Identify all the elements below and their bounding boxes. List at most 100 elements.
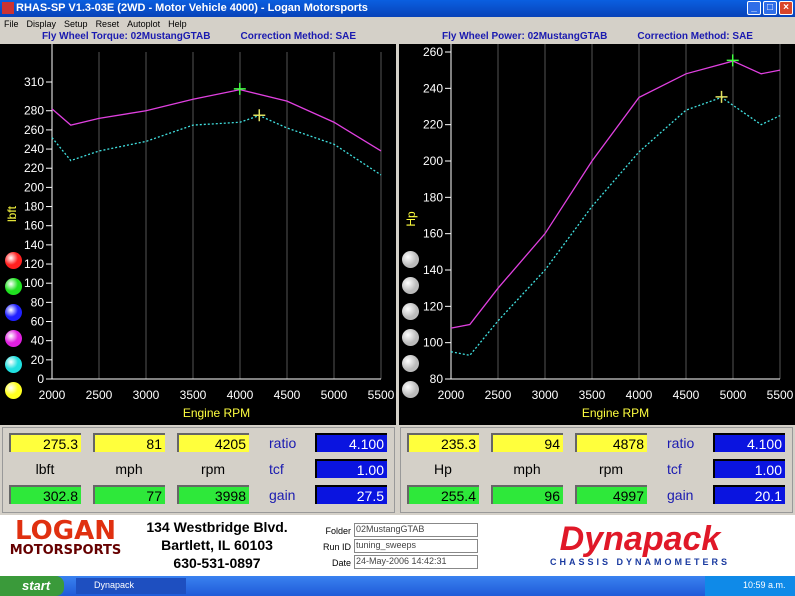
peak-value: 255.4: [407, 485, 479, 504]
address-city: Bartlett, IL 60103: [161, 537, 273, 553]
y-tick-label: 0: [37, 372, 44, 386]
y-axis-label: Hp: [404, 211, 418, 227]
current-value: 275.3: [9, 433, 81, 452]
y-tick-label: 140: [423, 263, 443, 277]
x-tick-label: 3500: [579, 388, 606, 402]
menu-reset[interactable]: Reset: [96, 19, 120, 29]
x-tick-label: 4500: [274, 388, 301, 402]
x-tick-label: 5500: [767, 388, 794, 402]
series-color-button[interactable]: [5, 330, 22, 347]
series-color-button[interactable]: [5, 278, 22, 295]
logan-logo: LOGAN MOTORSPORTS: [9, 516, 122, 558]
series-button-empty[interactable]: [402, 381, 419, 398]
current-value: 94: [491, 433, 563, 452]
y-tick-label: 280: [24, 104, 44, 118]
system-clock: 10:59 a.m.: [705, 576, 795, 596]
gain-field[interactable]: 27.5: [315, 485, 387, 504]
menu-autoplot[interactable]: Autoplot: [127, 19, 160, 29]
series-line-1: [51, 114, 382, 176]
unit-label: lbft: [35, 461, 55, 477]
y-tick-label: 120: [423, 299, 443, 313]
unit-label: Hp: [434, 461, 452, 477]
y-tick-label: 120: [24, 257, 44, 271]
y-tick-label: 180: [24, 200, 44, 214]
tcf-field[interactable]: 1.00: [315, 459, 387, 478]
ratio-field[interactable]: 4.100: [315, 433, 387, 452]
series-button-empty[interactable]: [402, 251, 419, 268]
title-bar: RHAS-SP V1.3-03E (2WD - Motor Vehicle 40…: [0, 0, 795, 17]
y-tick-label: 60: [31, 315, 45, 329]
y-tick-label: 100: [423, 336, 443, 350]
x-tick-label: 4000: [227, 388, 254, 402]
series-color-button[interactable]: [5, 356, 22, 373]
maximize-button[interactable]: □: [763, 1, 777, 15]
tcf-label: tcf: [269, 461, 284, 477]
minimize-button[interactable]: _: [747, 1, 761, 15]
current-value: 81: [93, 433, 165, 452]
power-chart[interactable]: 2000 2500 3000 3500 4000 4500 5000 5500 80 100 120…: [399, 44, 795, 425]
torque-chart[interactable]: 2000 2500 3000 3500 4000 4500 5000 5500 0 20 40 60 8…: [0, 44, 396, 425]
series-button-empty[interactable]: [402, 355, 419, 372]
peak-value: 4997: [575, 485, 647, 504]
left-readout-panel: 275.3 lbft 302.8 81 mph 77 4205 rpm 3998 ratio 4.1…: [2, 427, 395, 513]
y-tick-label: 160: [423, 227, 443, 241]
tcf-label: tcf: [667, 461, 682, 477]
start-button[interactable]: start: [0, 576, 64, 596]
x-tick-label: 3000: [133, 388, 160, 402]
menu-bar: File Display Setup Reset Autoplot Help: [0, 17, 795, 31]
brand-sub: CHASSIS DYNAMOMETERS: [549, 557, 730, 567]
folder-label: Folder: [325, 526, 351, 536]
x-axis-label: Engine RPM: [183, 406, 250, 420]
unit-label: rpm: [200, 461, 226, 477]
power-chart-header: Fly Wheel Power: 02MustangGTAB Correction…: [400, 31, 795, 44]
y-tick-label: 240: [24, 142, 44, 156]
peak-value: 302.8: [9, 485, 81, 504]
x-tick-label: 4000: [626, 388, 653, 402]
y-tick-label: 180: [423, 190, 443, 204]
menu-display[interactable]: Display: [27, 19, 57, 29]
y-tick-label: 220: [423, 118, 443, 132]
x-tick-label: 3000: [532, 388, 559, 402]
close-button[interactable]: ×: [779, 1, 793, 15]
y-tick-label: 260: [423, 45, 443, 59]
correction-method: Correction Method: SAE: [637, 31, 753, 42]
series-button-empty[interactable]: [402, 277, 419, 294]
runid-field[interactable]: tuning_sweeps: [354, 539, 478, 553]
date-label: Date: [331, 558, 351, 568]
footer: LOGAN MOTORSPORTS 134 Westbridge Blvd. Bar…: [0, 515, 795, 576]
series-color-button[interactable]: [5, 252, 22, 269]
app-icon: [2, 2, 14, 14]
tcf-field[interactable]: 1.00: [713, 459, 785, 478]
torque-chart-header: Fly Wheel Torque: 02MustangGTAB Correctio…: [0, 31, 398, 44]
series-button-empty[interactable]: [402, 303, 419, 320]
series-button-empty[interactable]: [402, 329, 419, 346]
cursor-marker: [253, 109, 266, 122]
series-color-button[interactable]: [5, 304, 22, 321]
x-tick-label: 5000: [720, 388, 747, 402]
folder-field[interactable]: 02MustangGTAB: [354, 523, 478, 537]
peak-value: 77: [93, 485, 165, 504]
x-tick-label: 2500: [485, 388, 512, 402]
taskbar: start Dynapack 10:59 a.m.: [0, 576, 795, 596]
phone: 630-531-0897: [173, 555, 261, 571]
peak-value: 96: [491, 485, 563, 504]
ratio-field[interactable]: 4.100: [713, 433, 785, 452]
dynapack-logo: Dynapack CHASSIS DYNAMOMETERS: [500, 521, 780, 567]
taskbar-item-dynapack[interactable]: Dynapack: [76, 578, 186, 594]
y-tick-label: 100: [24, 276, 44, 290]
x-tick-label: 2000: [39, 388, 66, 402]
chart-title: Fly Wheel Power: 02MustangGTAB: [442, 31, 608, 42]
menu-file[interactable]: File: [4, 19, 19, 29]
peak-value: 3998: [177, 485, 249, 504]
gain-field[interactable]: 20.1: [713, 485, 785, 504]
menu-help[interactable]: Help: [168, 19, 187, 29]
current-value: 235.3: [407, 433, 479, 452]
y-tick-label: 200: [423, 154, 443, 168]
y-tick-label: 260: [24, 123, 44, 137]
y-tick-label: 80: [31, 295, 45, 309]
y-tick-label: 240: [423, 81, 443, 95]
date-field[interactable]: 24-May-2006 14:42:31: [354, 555, 478, 569]
series-color-button[interactable]: [5, 382, 22, 399]
cursor-marker: [233, 82, 246, 95]
menu-setup[interactable]: Setup: [64, 19, 88, 29]
